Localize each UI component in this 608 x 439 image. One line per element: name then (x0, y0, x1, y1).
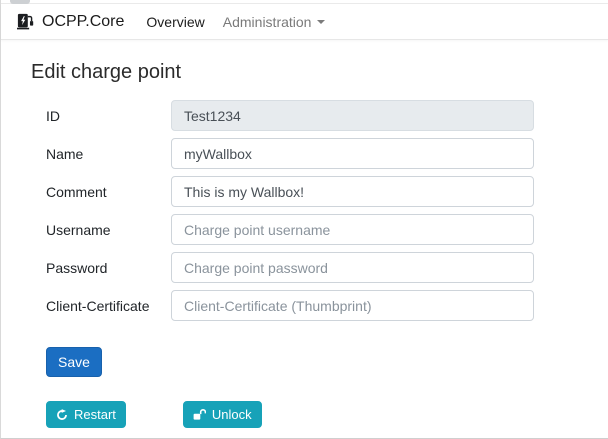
id-input (171, 100, 534, 131)
password-input[interactable] (171, 252, 534, 283)
nav-link-overview[interactable]: Overview (146, 14, 204, 30)
username-label: Username (46, 222, 171, 238)
id-label: ID (46, 108, 171, 124)
nav-dropdown-label: Administration (223, 14, 312, 30)
form-row-client-certificate: Client-Certificate (46, 290, 578, 321)
page-title: Edit charge point (31, 60, 578, 84)
restart-button-label: Restart (74, 407, 116, 422)
form-row-username: Username (46, 214, 578, 245)
brand-label: OCPP.Core (42, 13, 124, 31)
edit-charge-point-form: ID Name Comment Username Password Client… (31, 100, 578, 377)
form-row-id: ID (46, 100, 578, 131)
unlock-icon (193, 409, 206, 420)
username-input[interactable] (171, 214, 534, 245)
caret-down-icon (317, 20, 325, 24)
password-label: Password (46, 260, 171, 276)
client-certificate-input[interactable] (171, 290, 534, 321)
unlock-button[interactable]: Unlock (183, 401, 262, 428)
action-buttons: Restart Unlock (46, 401, 578, 428)
name-input[interactable] (171, 138, 534, 169)
restart-icon (56, 409, 68, 421)
client-certificate-label: Client-Certificate (46, 298, 171, 314)
main-content: Edit charge point ID Name Comment Userna… (1, 40, 608, 428)
nav-dropdown-administration[interactable]: Administration (223, 14, 326, 30)
comment-input[interactable] (171, 176, 534, 207)
form-row-name: Name (46, 138, 578, 169)
save-button[interactable]: Save (46, 347, 102, 377)
navbar: OCPP.Core Overview Administration (1, 4, 608, 40)
restart-button[interactable]: Restart (46, 401, 126, 428)
form-row-comment: Comment (46, 176, 578, 207)
form-row-password: Password (46, 252, 578, 283)
brand-link[interactable]: OCPP.Core (17, 13, 124, 31)
name-label: Name (46, 146, 171, 162)
browser-tab-fragment (10, 0, 30, 4)
unlock-button-label: Unlock (212, 407, 252, 422)
comment-label: Comment (46, 184, 171, 200)
charging-station-icon (17, 13, 35, 31)
